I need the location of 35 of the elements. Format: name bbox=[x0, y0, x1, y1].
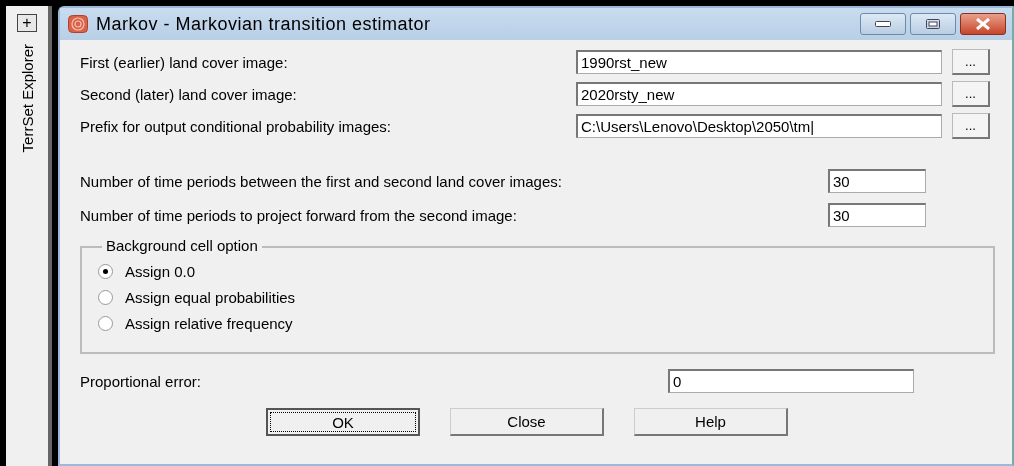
option-label[interactable]: Assign 0.0 bbox=[125, 263, 196, 280]
minimize-button[interactable] bbox=[860, 13, 906, 35]
group-title: Background cell option bbox=[102, 237, 262, 254]
app-icon bbox=[68, 15, 88, 33]
input-field[interactable]: 1990rst_new bbox=[576, 50, 942, 74]
field-label: Number of time periods to project forward from the second image: bbox=[80, 206, 518, 224]
option-label[interactable]: Assign equal probabilities bbox=[125, 289, 296, 306]
expand-button[interactable]: + bbox=[17, 14, 37, 32]
browse-button[interactable]: ... bbox=[952, 81, 990, 107]
maximize-button[interactable] bbox=[910, 13, 956, 35]
browse-button[interactable]: ... bbox=[952, 49, 990, 75]
browse-button[interactable]: ... bbox=[952, 113, 990, 139]
explorer-tab[interactable]: TerrSet Explorer bbox=[18, 44, 36, 153]
radio-button[interactable] bbox=[98, 264, 113, 279]
dialog-button[interactable]: OK bbox=[266, 408, 420, 436]
field-label: Prefix for output conditional probability images: bbox=[80, 117, 392, 135]
field-label: Second (later) land cover image: bbox=[80, 85, 298, 103]
input-field[interactable]: C:\Users\Lenovo\Desktop\2050\tm| bbox=[576, 114, 942, 138]
input-field[interactable]: 0 bbox=[668, 369, 914, 393]
dialog-button[interactable]: Help bbox=[634, 408, 788, 436]
dialog-button[interactable]: Close bbox=[450, 408, 604, 436]
input-field[interactable]: 30 bbox=[828, 169, 926, 193]
restore-icon bbox=[926, 19, 940, 29]
input-field[interactable]: 2020rsty_new bbox=[576, 82, 942, 106]
input-field[interactable]: 30 bbox=[828, 203, 926, 227]
radio-button[interactable] bbox=[98, 316, 113, 331]
field-label: Proportional error: bbox=[80, 372, 202, 390]
close-button[interactable] bbox=[960, 13, 1006, 35]
field-label: Number of time periods between the first and second land cover images: bbox=[80, 172, 563, 190]
close-icon bbox=[975, 18, 991, 30]
minimize-icon bbox=[875, 21, 891, 27]
field-label: First (earlier) land cover image: bbox=[80, 53, 289, 71]
window-title: Markov - Markovian transition estimator bbox=[96, 13, 431, 35]
radio-button[interactable] bbox=[98, 290, 113, 305]
option-label[interactable]: Assign relative frequency bbox=[125, 315, 293, 332]
